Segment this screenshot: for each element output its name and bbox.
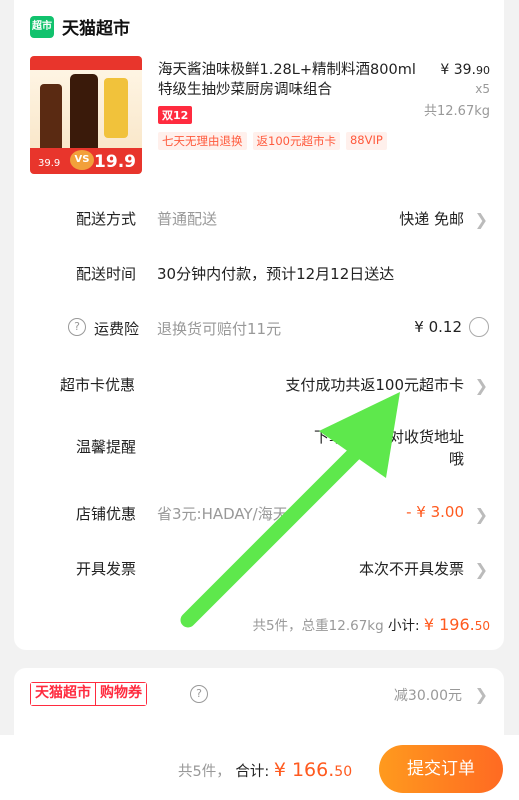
store-header[interactable]: 超市 天猫超市 [30, 14, 130, 39]
tag-card-rebate: 返100元超市卡 [252, 132, 340, 150]
subtotal-label: 小计: [387, 618, 420, 634]
delivery-method-value: 快递 免邮 [399, 210, 464, 228]
product-price: ¥ 39.90 [440, 62, 490, 78]
tmall-supermarket-logo-icon: 超市 [30, 15, 54, 38]
radio-empty-icon[interactable] [469, 317, 489, 337]
total-main: ¥ 166. [273, 759, 335, 781]
shipping-insurance-sub: 退换货可赔付11元 [157, 320, 282, 338]
thumb-top-band [30, 56, 142, 70]
subtotal-cents: 50 [474, 619, 490, 633]
invoice-label: 开具发票 [76, 560, 137, 578]
reminder-label: 温馨提醒 [76, 438, 137, 456]
total-cents: 50 [334, 764, 353, 780]
checkout-total: 共5件， 合计: ¥ 166.50 [178, 759, 352, 781]
product-weight: 共12.67kg [424, 104, 490, 119]
total-meta: 共5件， [178, 764, 231, 780]
subtotal-main: ¥ 196. [423, 615, 475, 634]
chevron-right-icon: ❯ [474, 210, 488, 229]
card-discount-value: 支付成功共返100元超市卡 [285, 376, 464, 394]
coupon-type: 购物券 [95, 683, 146, 705]
question-circle-icon[interactable]: ? [190, 685, 208, 703]
bottle-2 [70, 74, 98, 154]
shipping-insurance-value: ¥ 0.12 [414, 318, 462, 336]
row-shipping-insurance[interactable]: ? 运费险 退换货可赔付11元 ¥ 0.12 [14, 313, 504, 343]
row-reminder: 温馨提醒 下单前请核对收货地址 哦 [14, 424, 504, 474]
row-invoice[interactable]: 开具发票 本次不开具发票 ❯ [14, 553, 504, 583]
subtotal-meta: 共5件，总重12.67kg [252, 618, 384, 634]
reminder-value-line2: 哦 [448, 450, 464, 468]
row-store-discount[interactable]: 店铺优惠 省3元:HADAY/海天 - ¥ 3.00 ❯ [14, 498, 504, 528]
reminder-value-line1: 下单前请核对收货地址 [313, 428, 464, 446]
bottle-3 [104, 78, 128, 138]
card-discount-label: 超市卡优惠 [60, 376, 136, 394]
product-thumbnail[interactable]: 39.9 VS 19.9 [30, 56, 142, 174]
chevron-right-icon: ❯ [474, 505, 488, 524]
product-tags: 七天无理由退换 返100元超市卡 88VIP [158, 132, 387, 150]
row-delivery-time: 配送时间 30分钟内付款，预计12月12日送达 [14, 258, 504, 288]
row-delivery-method[interactable]: 配送方式 普通配送 快递 免邮 ❯ [14, 203, 504, 233]
store-discount-value: - ¥ 3.00 [406, 503, 464, 521]
bottle-1 [40, 84, 62, 154]
tag-88vip: 88VIP [345, 132, 387, 150]
checkout-bar: 共5件， 合计: ¥ 166.50 提交订单 [0, 735, 519, 800]
shipping-insurance-label: 运费险 [94, 320, 140, 338]
coupon-brand: 天猫超市 [31, 683, 95, 705]
product-title[interactable]: 海天酱油味极鲜1.28L+精制料酒800ml特级生抽炒菜厨房调味组合 [158, 60, 418, 100]
total-amount: ¥ 166.50 [274, 759, 352, 781]
store-discount-label: 店铺优惠 [76, 505, 137, 523]
price-main: ¥ 39. [440, 62, 476, 78]
subtotal-amount: ¥ 196.50 [424, 615, 490, 634]
chevron-right-icon: ❯ [474, 685, 488, 704]
coupon-tag: 天猫超市 购物券 [30, 682, 147, 706]
row-card-discount[interactable]: 超市卡优惠 支付成功共返100元超市卡 ❯ [14, 369, 504, 399]
invoice-value: 本次不开具发票 [358, 560, 464, 578]
delivery-time-label: 配送时间 [76, 265, 137, 283]
thumb-price-left: 39.9 [38, 158, 61, 169]
double12-badge: 双12 [158, 106, 193, 124]
chevron-right-icon: ❯ [474, 560, 488, 579]
total-label: 合计: [235, 764, 270, 780]
price-cents: 90 [476, 64, 490, 77]
order-subtotal: 共5件，总重12.67kg 小计: ¥ 196.50 [253, 614, 490, 634]
tag-return: 七天无理由退换 [158, 132, 247, 150]
order-card: 超市 天猫超市 39.9 VS 19.9 海天酱油味极鲜1.28L+精制料酒80… [14, 0, 504, 650]
question-circle-icon[interactable]: ? [68, 318, 86, 336]
thumb-price-right: 19.9 [94, 152, 136, 172]
product-item[interactable]: 39.9 VS 19.9 海天酱油味极鲜1.28L+精制料酒800ml特级生抽炒… [30, 56, 490, 176]
delivery-method-label: 配送方式 [76, 210, 137, 228]
coupon-value: 减30.00元 [393, 688, 462, 704]
delivery-time-value: 30分钟内付款，预计12月12日送达 [157, 265, 395, 283]
store-name: 天猫超市 [62, 19, 130, 39]
chevron-right-icon: ❯ [474, 376, 488, 395]
submit-order-button[interactable]: 提交订单 [379, 745, 503, 793]
store-discount-sub: 省3元:HADAY/海天 [157, 505, 288, 523]
thumb-vs-badge: VS [70, 150, 94, 170]
product-quantity: x5 [475, 82, 490, 96]
delivery-method-sub: 普通配送 [157, 210, 218, 228]
